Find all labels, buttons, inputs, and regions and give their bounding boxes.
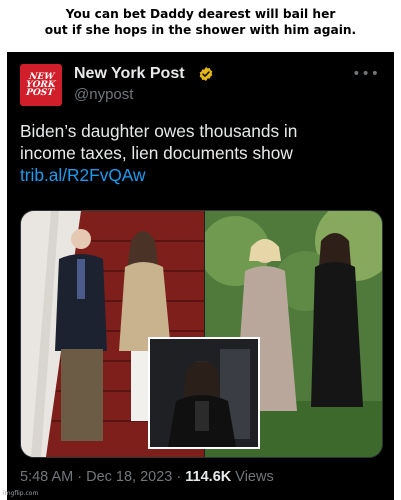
- views-label: Views: [235, 469, 274, 485]
- meme-caption: You can bet Daddy dearest will bail her …: [0, 0, 401, 50]
- handle[interactable]: @nypost: [74, 86, 133, 103]
- tweet-date[interactable]: Dec 18, 2023: [86, 469, 172, 485]
- tweet-media[interactable]: [20, 210, 383, 458]
- tweet-meta: 5:48 AM · Dec 18, 2023 · 114.6K Views: [20, 469, 274, 485]
- tweet-text-line-1: Biden’s daughter owes thousands in: [20, 121, 298, 141]
- views-count: 114.6K: [185, 469, 232, 485]
- tweet-time[interactable]: 5:48 AM: [20, 469, 73, 485]
- logo-word-3: POST: [25, 88, 55, 98]
- tweet-text-line-2: income taxes, lien documents show: [20, 143, 293, 163]
- display-name[interactable]: New York Post: [74, 65, 185, 83]
- nypost-avatar[interactable]: NEW YORK POST: [20, 64, 62, 106]
- tweet-card[interactable]: NEW YORK POST New York Post @nypost ••• …: [7, 52, 394, 500]
- caption-line-2: out if she hops in the shower with him a…: [44, 23, 357, 37]
- caption-line-1: You can bet Daddy dearest will bail her: [65, 7, 336, 21]
- tweet-text: Biden’s daughter owes thousands in incom…: [20, 120, 380, 186]
- meta-separator-2: ·: [176, 469, 182, 485]
- more-options-icon[interactable]: •••: [352, 66, 380, 82]
- imgflip-watermark: imgflip.com: [3, 490, 39, 497]
- verified-badge-icon: [199, 67, 213, 81]
- nypost-logo: NEW YORK POST: [25, 72, 57, 98]
- tweet-link[interactable]: trib.al/R2FvQAw: [20, 164, 380, 186]
- photo-inset-portrait[interactable]: [148, 337, 260, 449]
- meta-separator-1: ·: [77, 469, 83, 485]
